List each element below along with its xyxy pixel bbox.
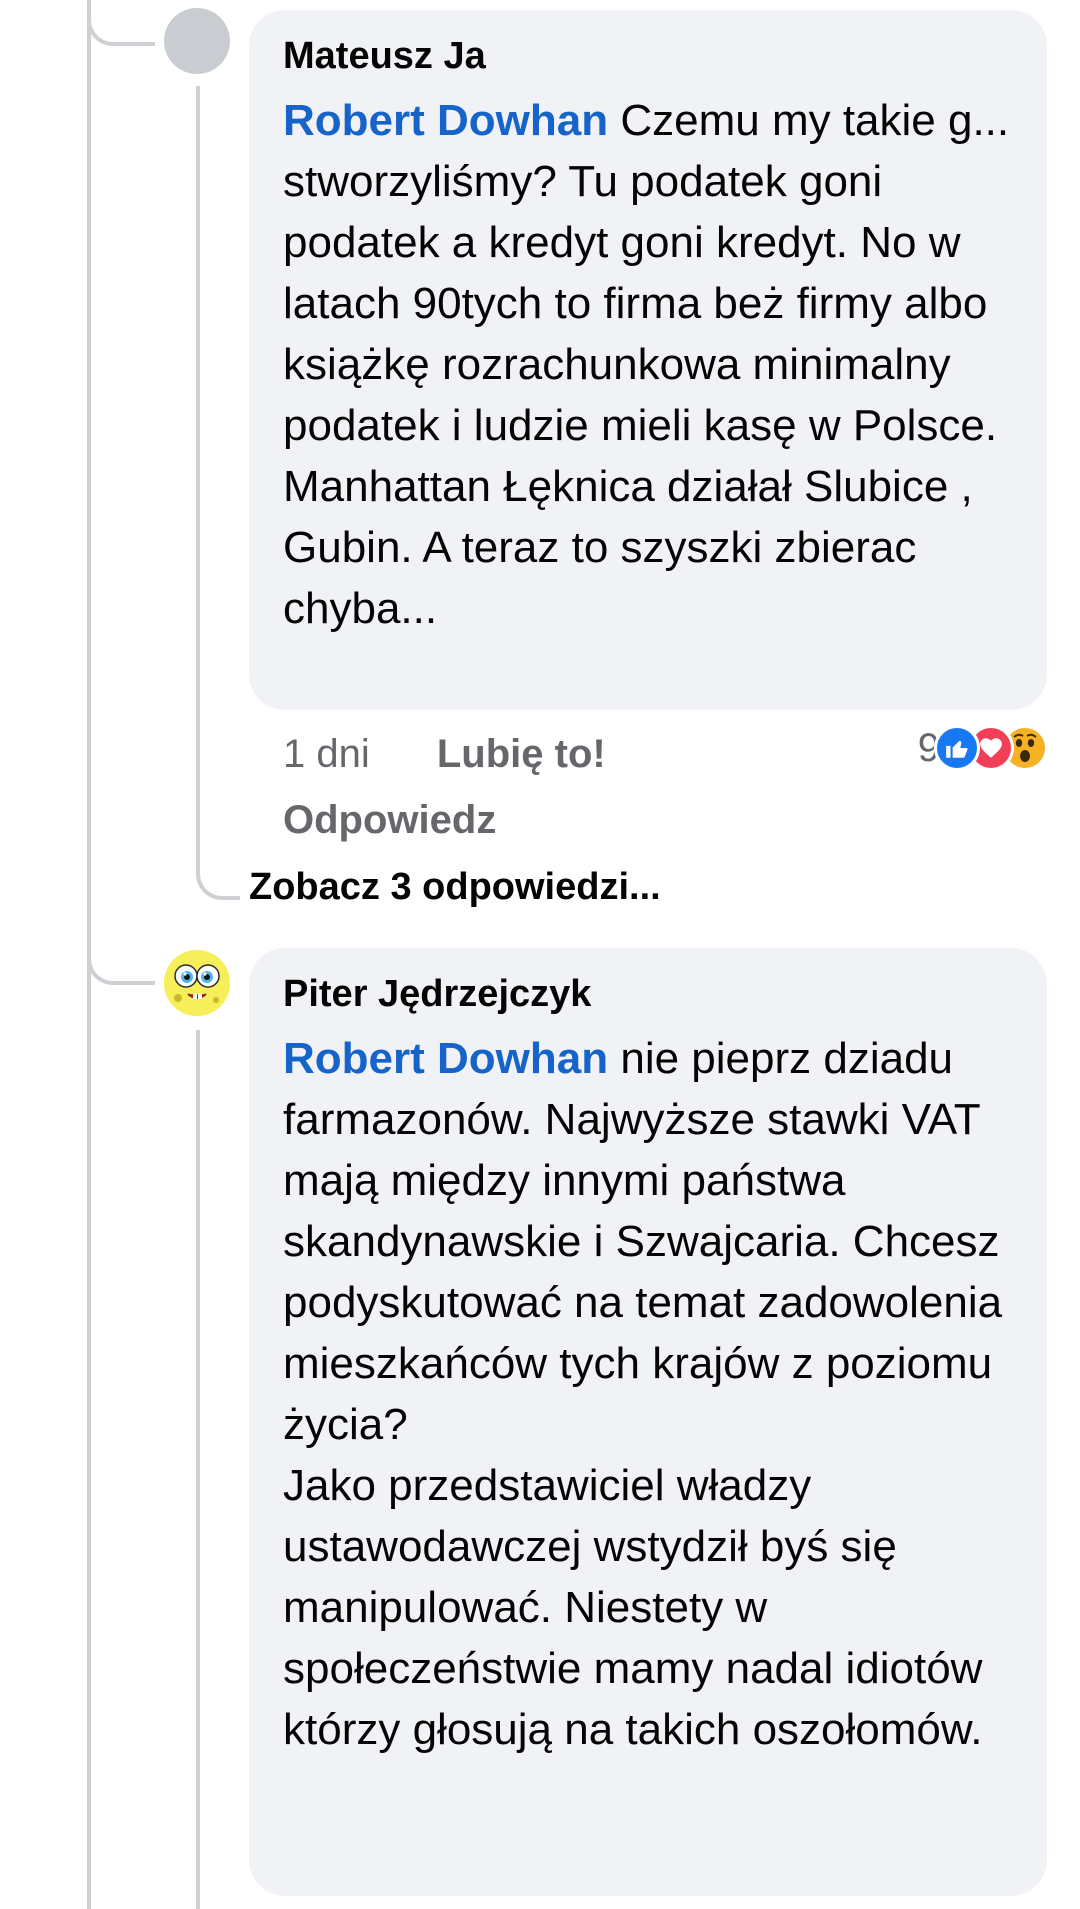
comment-text: Robert Dowhan nie pieprz dziadu farmazon…: [283, 1028, 1013, 1760]
comment-actions: 1 dni Lubię to! Odpowiedz: [283, 726, 883, 848]
like-button[interactable]: Lubię to!: [437, 726, 606, 782]
comment-timestamp[interactable]: 1 dni: [283, 726, 370, 782]
mention-link[interactable]: Robert Dowhan: [283, 96, 608, 145]
comment-body-paragraph: Jako przedstawiciel władzy ustawodawczej…: [283, 1461, 983, 1754]
comment-bubble: Mateusz Ja Robert Dowhan Czemu my takie …: [249, 10, 1047, 710]
thread-connector: [87, 945, 155, 985]
see-replies-link[interactable]: Zobacz 3 odpowiedzi...: [249, 862, 661, 912]
reactions-summary[interactable]: 9: [918, 722, 1048, 774]
like-icon: [934, 725, 980, 771]
comment-author[interactable]: Piter Jędrzejczyk: [283, 970, 1013, 1018]
comment-body: Czemu my takie g... stworzyliśmy? Tu pod…: [283, 96, 1010, 633]
comment-bubble: Piter Jędrzejczyk Robert Dowhan nie piep…: [249, 948, 1047, 1896]
comment-text: Robert Dowhan Czemu my takie g... stworz…: [283, 90, 1013, 639]
reply-button[interactable]: Odpowiedz: [283, 792, 883, 848]
thread-connector: [87, 0, 155, 46]
thread-line-inner: [196, 1030, 200, 1909]
avatar[interactable]: [164, 8, 230, 74]
comment-body: nie pieprz dziadu farmazonów. Najwyższe …: [283, 1034, 1003, 1449]
avatar[interactable]: [164, 950, 230, 1016]
thread-line-inner: [196, 86, 200, 866]
mention-link[interactable]: Robert Dowhan: [283, 1034, 608, 1083]
comment-author[interactable]: Mateusz Ja: [283, 32, 1013, 80]
thread-connector: [196, 860, 240, 900]
spongebob-avatar-icon: [164, 950, 230, 1016]
